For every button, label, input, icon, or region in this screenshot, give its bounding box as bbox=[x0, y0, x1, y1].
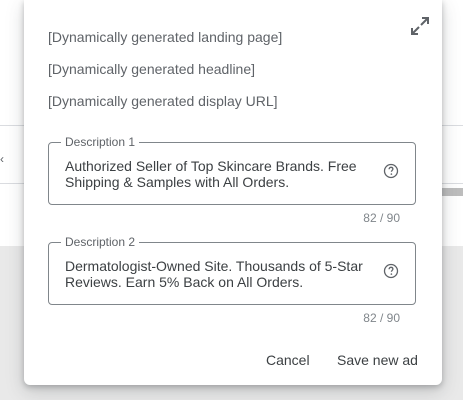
dynamic-display-url: [Dynamically generated display URL] bbox=[48, 93, 278, 109]
description-1-value[interactable]: Authorized Seller of Top Skincare Brands… bbox=[65, 158, 365, 190]
cancel-button[interactable]: Cancel bbox=[266, 344, 314, 376]
description-1-field[interactable]: Description 1 Authorized Seller of Top S… bbox=[48, 135, 416, 205]
description-2-label: Description 2 bbox=[61, 235, 140, 249]
save-new-ad-button[interactable]: Save new ad bbox=[337, 344, 421, 376]
description-2-value[interactable]: Dermatologist-Owned Site. Thousands of 5… bbox=[65, 258, 365, 290]
help-icon[interactable] bbox=[383, 263, 399, 279]
dynamic-landing-page: [Dynamically generated landing page] bbox=[48, 29, 283, 45]
help-icon[interactable] bbox=[383, 163, 399, 179]
expand-icon[interactable] bbox=[410, 16, 430, 36]
description-1-label: Description 1 bbox=[61, 135, 140, 149]
description-2-field[interactable]: Description 2 Dermatologist-Owned Site. … bbox=[48, 235, 416, 305]
edit-ad-dialog: [Dynamically generated landing page] [Dy… bbox=[24, 0, 442, 385]
chevron-left-icon: ‹ bbox=[0, 152, 4, 166]
description-1-counter: 82 / 90 bbox=[363, 211, 400, 225]
description-2-counter: 82 / 90 bbox=[363, 311, 400, 325]
dynamic-headline: [Dynamically generated headline] bbox=[48, 61, 256, 77]
